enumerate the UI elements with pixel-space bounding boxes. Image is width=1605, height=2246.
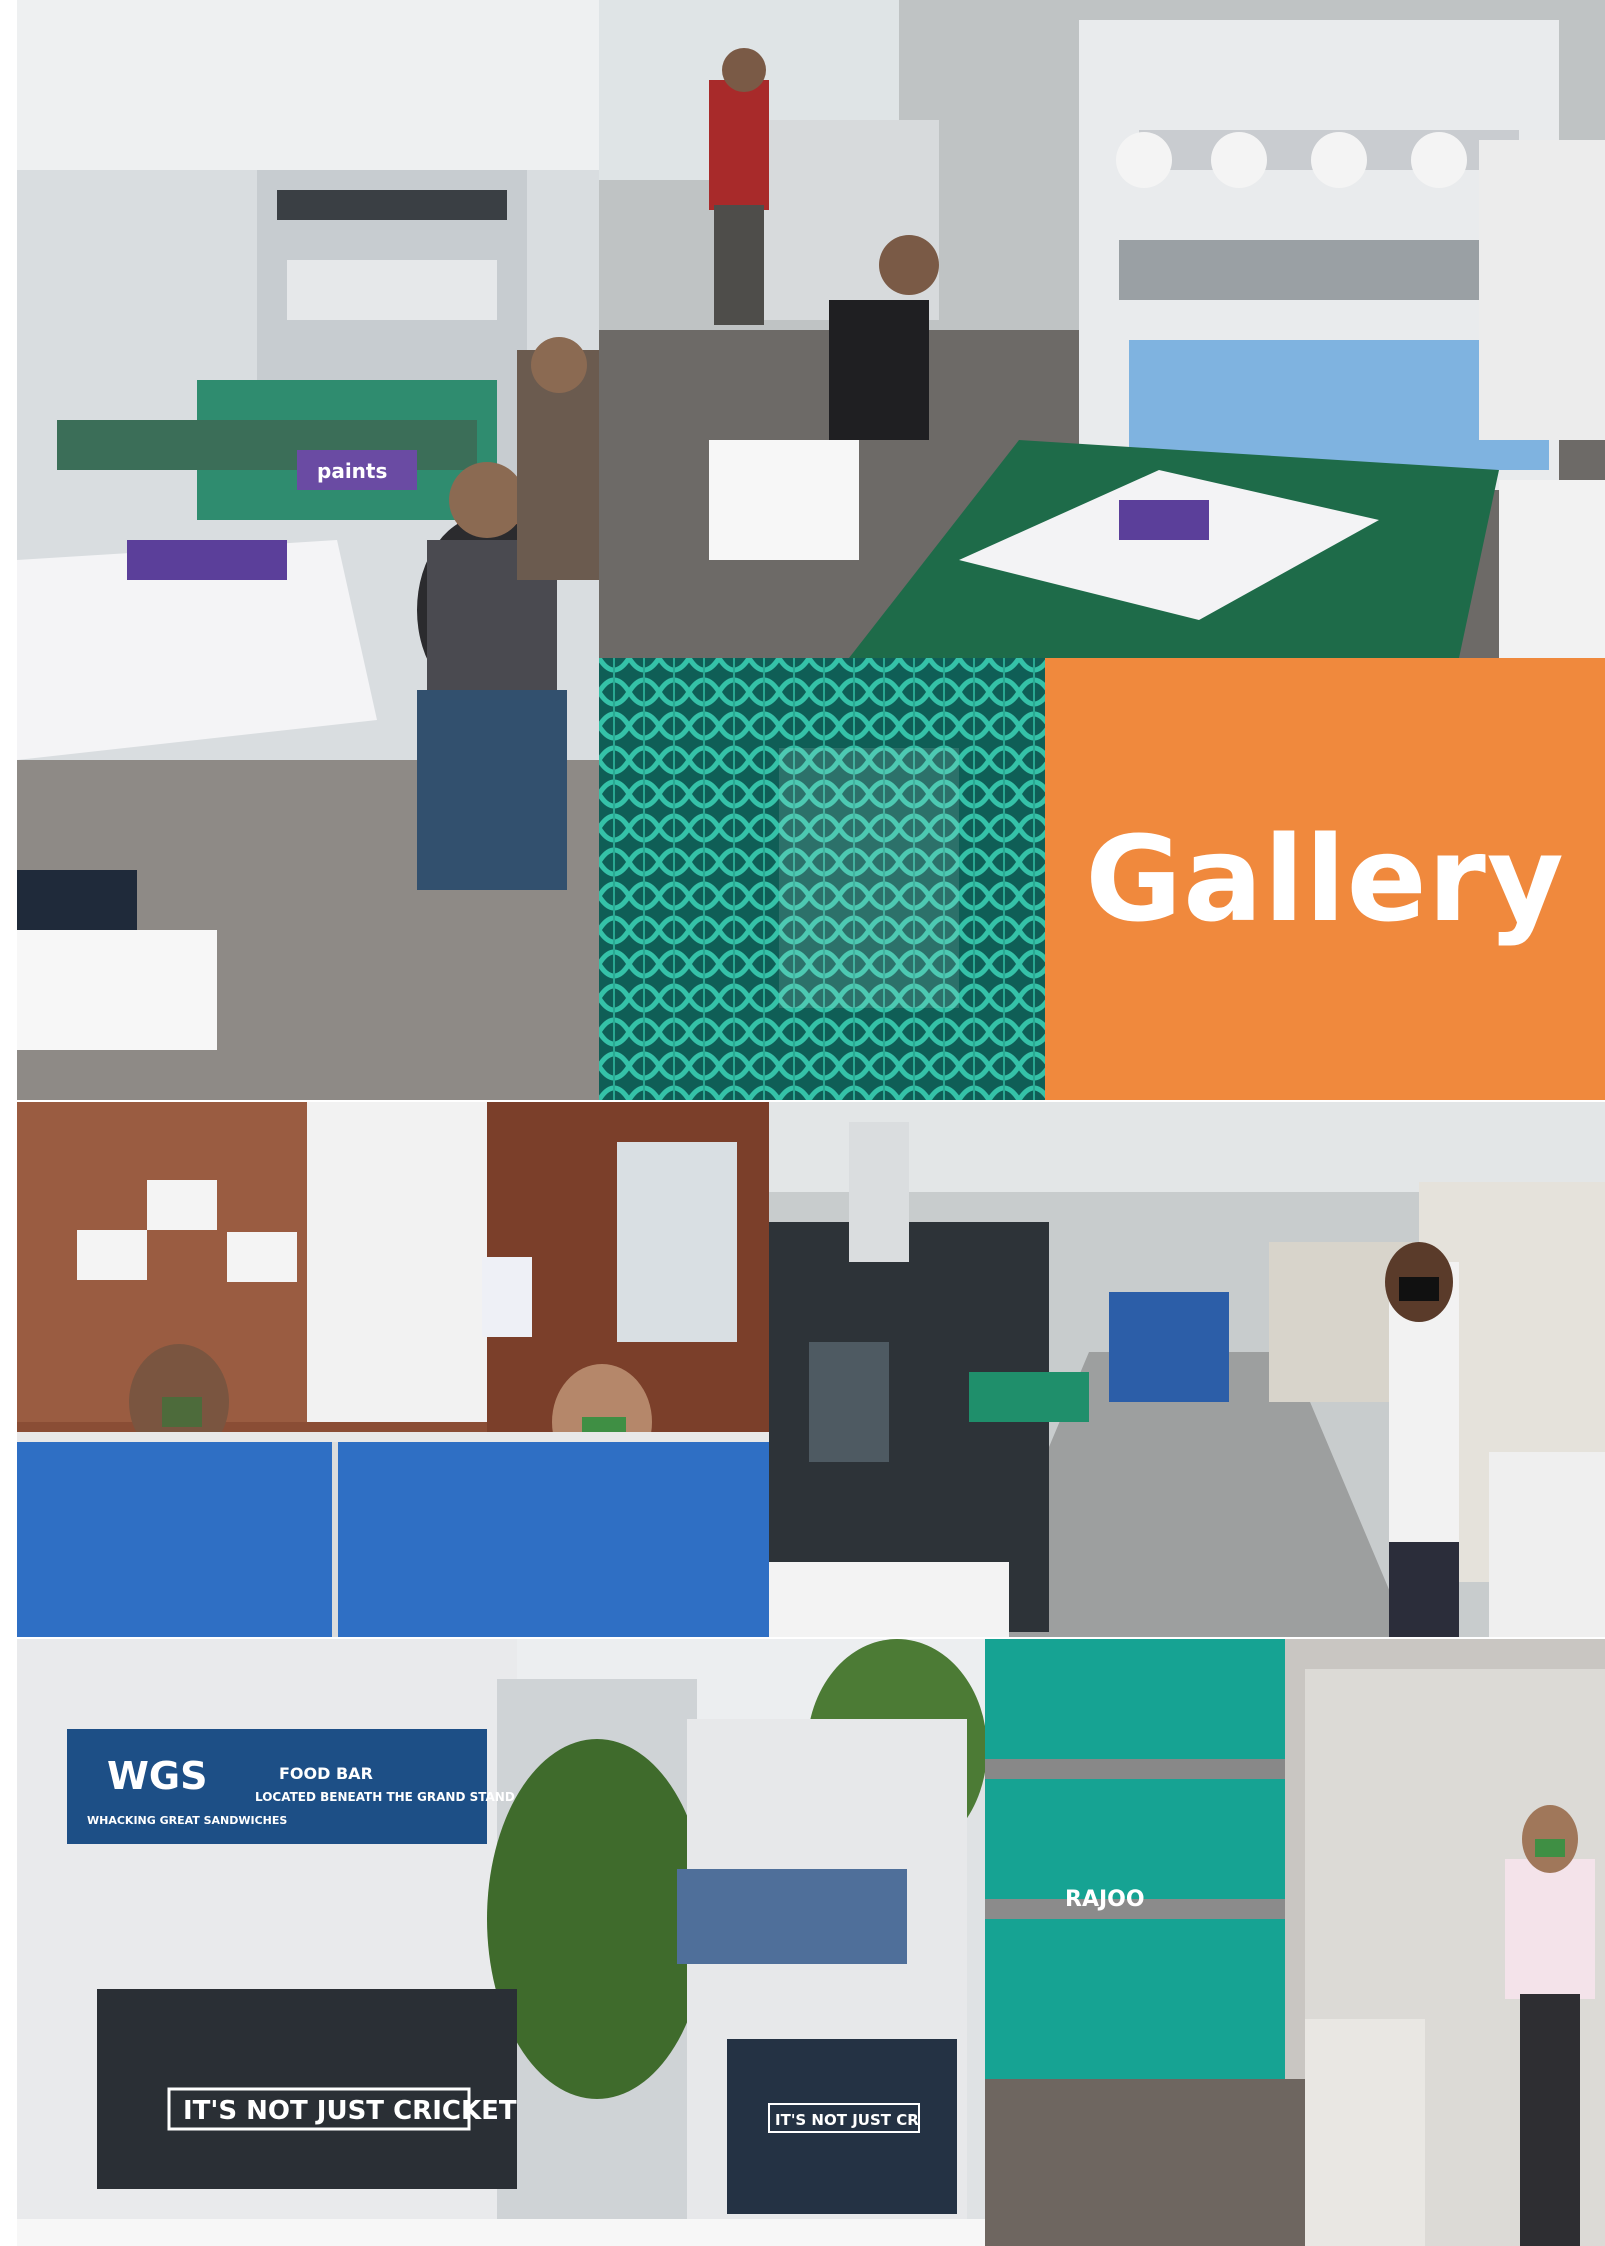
gallery-title-block: Gallery <box>1045 658 1605 1100</box>
wgs-logo-text: WGS <box>107 1754 207 1798</box>
gallery-photo-lamination-machine <box>599 0 1605 658</box>
cricket-slogan: IT'S NOT JUST CRICKET <box>183 2096 517 2126</box>
gallery-photo-stadium-banners: WGS WHACKING GREAT SANDWICHES FOOD BAR L… <box>17 1639 985 2246</box>
page-title: Gallery <box>1085 810 1565 948</box>
gallery-photo-shade-net <box>599 658 1045 1100</box>
food-bar-sign: FOOD BAR <box>279 1764 373 1783</box>
cricket-slogan-2: IT'S NOT JUST CR <box>775 2111 919 2129</box>
gallery-photo-tarpaulin-machine: RAJOO <box>985 1639 1605 2246</box>
food-bar-location: LOCATED BENEATH THE GRAND STAND <box>255 1790 515 1804</box>
gallery-photo-bag-machine-operator: paints <box>17 0 599 1100</box>
wgs-tagline: WHACKING GREAT SANDWICHES <box>87 1814 287 1827</box>
paints-sign: paints <box>317 459 387 483</box>
gallery-photo-office-staff <box>17 1102 769 1637</box>
rajoo-brand-text: RAJOO <box>1065 1887 1145 1912</box>
gallery-photo-extrusion-hall <box>769 1102 1605 1637</box>
